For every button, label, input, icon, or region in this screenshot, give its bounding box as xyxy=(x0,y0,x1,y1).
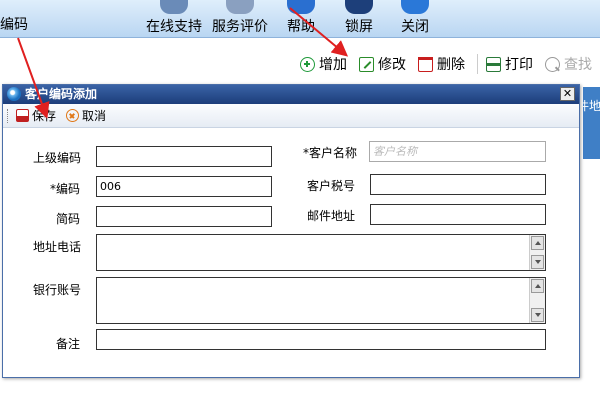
scroll-up-arrow-icon[interactable] xyxy=(531,236,544,250)
nav-online-support-label: 在线支持 xyxy=(146,19,202,35)
edit-button-label: 修改 xyxy=(378,57,406,73)
nav-online-support[interactable]: 在线支持 xyxy=(146,0,202,38)
customer-name-input[interactable] xyxy=(369,141,546,162)
scroll-down-arrow-icon[interactable] xyxy=(531,308,544,322)
save-button[interactable]: 保存 xyxy=(16,107,56,124)
email-input[interactable] xyxy=(370,204,546,225)
cancel-button[interactable]: 取消 xyxy=(66,107,106,124)
close-icon[interactable]: ✕ xyxy=(560,87,575,101)
toolbar-divider xyxy=(477,54,478,74)
edit-button[interactable]: 修改 xyxy=(359,54,406,74)
print-button-label: 打印 xyxy=(505,57,533,73)
delete-button-label: 删除 xyxy=(437,57,465,73)
short-code-input[interactable] xyxy=(96,206,272,227)
cancel-icon xyxy=(66,109,80,122)
main-toolbar: 增加 修改 删除 打印 查找 xyxy=(300,52,600,76)
email-label: 邮件地址 xyxy=(307,209,356,223)
address-phone-label: 地址电话 xyxy=(33,240,82,254)
scroll-up-arrow-icon[interactable] xyxy=(531,279,544,293)
address-phone-scrollbar[interactable] xyxy=(529,235,545,270)
short-code-label: 简码 xyxy=(56,212,81,226)
add-button[interactable]: 增加 xyxy=(300,54,347,74)
delete-icon xyxy=(418,56,433,72)
nav-service-evaluation[interactable]: 服务评价 xyxy=(211,0,269,38)
toolbar-grip xyxy=(7,108,10,123)
nav-help[interactable]: 帮助 xyxy=(284,0,318,38)
save-icon xyxy=(16,109,29,122)
address-phone-textarea[interactable] xyxy=(96,234,546,271)
dialog-title-bar[interactable]: 客户编码添加 ✕ xyxy=(3,85,579,104)
close-app-icon xyxy=(401,0,429,14)
top-menu-bar: 编码 在线支持 服务评价 帮助 锁屏 关闭 xyxy=(0,0,600,38)
cancel-button-label: 取消 xyxy=(82,109,107,123)
print-button[interactable]: 打印 xyxy=(486,54,533,74)
remark-label: 备注 xyxy=(56,337,81,351)
parent-code-label: 上级编码 xyxy=(33,151,82,165)
dialog-title: 客户编码添加 xyxy=(25,87,98,101)
support-icon xyxy=(160,0,188,14)
scroll-down-arrow-icon[interactable] xyxy=(531,255,544,269)
evaluate-icon xyxy=(226,0,254,14)
save-button-label: 保存 xyxy=(32,109,57,123)
bank-account-scrollbar[interactable] xyxy=(529,278,545,323)
nav-close[interactable]: 关闭 xyxy=(398,0,432,38)
column-header-partial-text: 件地 xyxy=(583,99,600,113)
nav-close-label: 关闭 xyxy=(401,19,429,35)
nav-service-evaluation-label: 服务评价 xyxy=(212,19,268,35)
delete-button[interactable]: 删除 xyxy=(418,54,465,74)
find-button-label: 查找 xyxy=(564,57,592,73)
add-icon xyxy=(300,56,315,72)
nav-help-label: 帮助 xyxy=(287,19,315,35)
nav-lock-screen[interactable]: 锁屏 xyxy=(342,0,376,38)
customer-code-add-dialog: 客户编码添加 ✕ 保存 取消 上级编码 *客户名称 *编码 客户税号 简码 邮件… xyxy=(2,84,580,378)
customer-name-label: *客户名称 xyxy=(303,146,358,160)
find-button[interactable]: 查找 xyxy=(545,54,592,74)
add-button-label: 增加 xyxy=(319,57,347,73)
code-label: *编码 xyxy=(50,182,81,196)
background-column-header: 件地 xyxy=(583,87,600,159)
bank-account-textarea[interactable] xyxy=(96,277,546,324)
remark-input[interactable] xyxy=(96,329,546,350)
print-icon xyxy=(486,56,501,72)
code-input[interactable] xyxy=(96,176,272,197)
app-logo-icon xyxy=(7,87,21,101)
tax-number-input[interactable] xyxy=(370,174,546,195)
help-icon xyxy=(287,0,315,14)
edit-icon xyxy=(359,56,374,72)
nav-lock-screen-label: 锁屏 xyxy=(345,19,373,35)
lock-screen-icon xyxy=(345,0,373,14)
menu-partial-label[interactable]: 编码 xyxy=(0,14,28,34)
tax-number-label: 客户税号 xyxy=(307,179,356,193)
parent-code-input[interactable] xyxy=(96,146,272,167)
search-icon xyxy=(545,56,560,72)
dialog-toolbar: 保存 取消 xyxy=(3,104,579,128)
bank-account-label: 银行账号 xyxy=(33,283,82,297)
